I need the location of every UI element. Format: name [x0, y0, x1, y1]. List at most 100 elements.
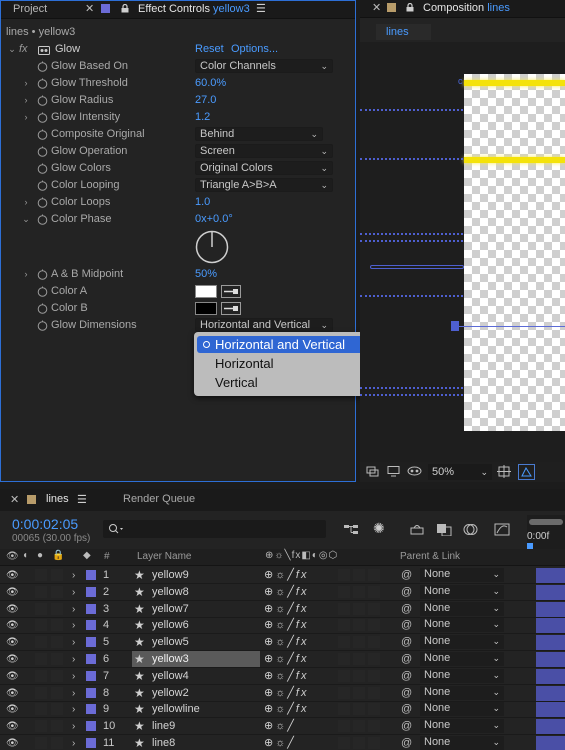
solo-toggle[interactable]: [35, 569, 47, 581]
close-icon[interactable]: ✕: [372, 0, 381, 18]
stopwatch-icon[interactable]: [37, 214, 48, 225]
tab-effect-controls[interactable]: Effect Controls yellow3: [138, 1, 250, 19]
col-parent-link[interactable]: Parent & Link: [400, 551, 460, 562]
composite-original-dropdown[interactable]: Behind ⌄: [195, 127, 323, 141]
solo-icon[interactable]: ●: [37, 550, 43, 561]
adjustment-toggle[interactable]: [353, 636, 365, 649]
motion-blur-icon[interactable]: [463, 523, 479, 539]
lock-toggle[interactable]: [51, 669, 63, 682]
adjustment-toggle[interactable]: [353, 653, 365, 665]
solo-toggle[interactable]: [35, 602, 47, 615]
param-value[interactable]: 60.0%: [195, 75, 226, 92]
eye-icon[interactable]: 👁: [6, 551, 19, 562]
lock-icon[interactable]: 🔒: [52, 550, 64, 561]
lock-toggle[interactable]: [51, 720, 63, 733]
solo-toggle[interactable]: [35, 585, 47, 598]
layer-duration-bar[interactable]: [536, 601, 565, 617]
menu-item-horizontal-and-vertical[interactable]: Horizontal and Vertical: [197, 336, 377, 353]
param-value[interactable]: 1.0: [195, 194, 210, 211]
chevron-right-icon[interactable]: ›: [21, 75, 31, 92]
layer-switches[interactable]: ⊕☼╱fx: [264, 701, 308, 718]
table-row[interactable]: 👁 › 2 ★ yellow8 ⊕☼╱fx @ None ⌄: [0, 584, 565, 601]
lock-toggle[interactable]: [51, 703, 63, 716]
graph-editor-icon[interactable]: [494, 523, 510, 539]
parent-dropdown[interactable]: None ⌄: [420, 601, 504, 616]
layer-duration-bar[interactable]: [536, 702, 565, 718]
draft-3d-icon[interactable]: ✺: [373, 520, 385, 537]
panel-menu-icon[interactable]: ☰: [256, 1, 266, 19]
motion-blur-toggle[interactable]: [338, 602, 350, 615]
parent-dropdown[interactable]: None ⌄: [420, 685, 504, 700]
table-row[interactable]: 👁 › 11 ★ line8 ⊕☼╱ @ None ⌄: [0, 735, 565, 750]
close-icon[interactable]: ✕: [85, 1, 94, 19]
visibility-eye-icon[interactable]: 👁: [6, 567, 19, 584]
layer-name[interactable]: ★ yellowline: [132, 701, 260, 717]
param-value[interactable]: 0x+0.0°: [195, 211, 233, 228]
adjustment-toggle[interactable]: [353, 669, 365, 682]
param-value[interactable]: 1.2: [195, 109, 210, 126]
layer-switches[interactable]: ⊕☼╱: [264, 735, 296, 750]
layer-label-color[interactable]: [86, 603, 96, 614]
comp-flowchart-icon[interactable]: [343, 523, 359, 539]
visibility-eye-icon[interactable]: 👁: [6, 685, 19, 702]
chevron-right-icon[interactable]: ›: [72, 668, 75, 685]
adjustment-toggle[interactable]: [353, 619, 365, 632]
layer-name[interactable]: ★ yellow5: [132, 634, 260, 650]
motion-blur-toggle[interactable]: [338, 737, 350, 749]
layer-name[interactable]: ★ yellow3: [132, 651, 260, 667]
table-row[interactable]: 👁 › 5 ★ yellow5 ⊕☼╱fx @ None ⌄: [0, 634, 565, 652]
composition-viewer[interactable]: c: [360, 42, 565, 462]
col-layer-name[interactable]: Layer Name: [137, 551, 191, 562]
stopwatch-icon[interactable]: [37, 303, 48, 314]
tab-render-queue[interactable]: Render Queue: [123, 493, 195, 505]
layer-label-color[interactable]: [86, 637, 96, 648]
layer-name[interactable]: ★ yellow2: [132, 685, 260, 701]
layer-switches[interactable]: ⊕☼╱fx: [264, 668, 308, 685]
layer-name[interactable]: ★ yellow6: [132, 617, 260, 633]
layer-duration-bar[interactable]: [536, 668, 565, 684]
stopwatch-icon[interactable]: [37, 146, 48, 157]
adjustment-toggle[interactable]: [353, 602, 365, 615]
solo-toggle[interactable]: [35, 669, 47, 682]
layer-search-input[interactable]: [103, 520, 326, 538]
time-ruler[interactable]: 0:00f: [527, 515, 565, 549]
stopwatch-icon[interactable]: [37, 180, 48, 191]
layer-switches[interactable]: ⊕☼╱fx: [264, 584, 308, 601]
3d-toggle[interactable]: [368, 720, 380, 733]
visibility-eye-icon[interactable]: 👁: [6, 718, 19, 735]
glow-dimensions-dropdown[interactable]: Horizontal and Vertical ⌄: [195, 318, 333, 332]
stopwatch-icon[interactable]: [37, 320, 48, 331]
motion-blur-toggle[interactable]: [338, 569, 350, 581]
layer-name[interactable]: ★ line9: [132, 718, 260, 734]
lock-toggle[interactable]: [51, 686, 63, 699]
lock-toggle[interactable]: [51, 569, 63, 581]
layer-switches[interactable]: ⊕☼╱fx: [264, 685, 308, 702]
motion-blur-toggle[interactable]: [338, 686, 350, 699]
adjustment-toggle[interactable]: [353, 569, 365, 581]
pickwhip-icon[interactable]: @: [401, 584, 412, 601]
pickwhip-icon[interactable]: @: [401, 617, 412, 634]
table-row[interactable]: 👁 › 9 ★ yellowline ⊕☼╱fx @ None ⌄: [0, 701, 565, 719]
motion-blur-toggle[interactable]: [338, 720, 350, 733]
3d-toggle[interactable]: [368, 569, 380, 581]
stopwatch-icon[interactable]: [37, 163, 48, 174]
layer-name[interactable]: ★ yellow4: [132, 668, 260, 684]
lock-toggle[interactable]: [51, 602, 63, 615]
layer-label-color[interactable]: [86, 620, 96, 631]
layer-label-color[interactable]: [86, 687, 96, 698]
parent-dropdown[interactable]: None ⌄: [420, 702, 504, 717]
chevron-right-icon[interactable]: ›: [21, 92, 31, 109]
stopwatch-icon[interactable]: [37, 197, 48, 208]
layer-duration-bar[interactable]: [536, 719, 565, 735]
pickwhip-icon[interactable]: @: [401, 601, 412, 618]
snapshot-icon[interactable]: [366, 465, 379, 481]
visibility-eye-icon[interactable]: 👁: [6, 584, 19, 601]
table-row[interactable]: 👁 › 4 ★ yellow6 ⊕☼╱fx @ None ⌄: [0, 617, 565, 635]
solo-toggle[interactable]: [35, 636, 47, 649]
3d-toggle[interactable]: [368, 737, 380, 749]
chevron-right-icon[interactable]: ›: [21, 266, 31, 283]
layer-label-color[interactable]: [86, 721, 96, 732]
visibility-eye-icon[interactable]: 👁: [6, 735, 19, 750]
current-timecode[interactable]: 0:00:02:05: [12, 516, 78, 532]
pickwhip-icon[interactable]: @: [401, 651, 412, 668]
